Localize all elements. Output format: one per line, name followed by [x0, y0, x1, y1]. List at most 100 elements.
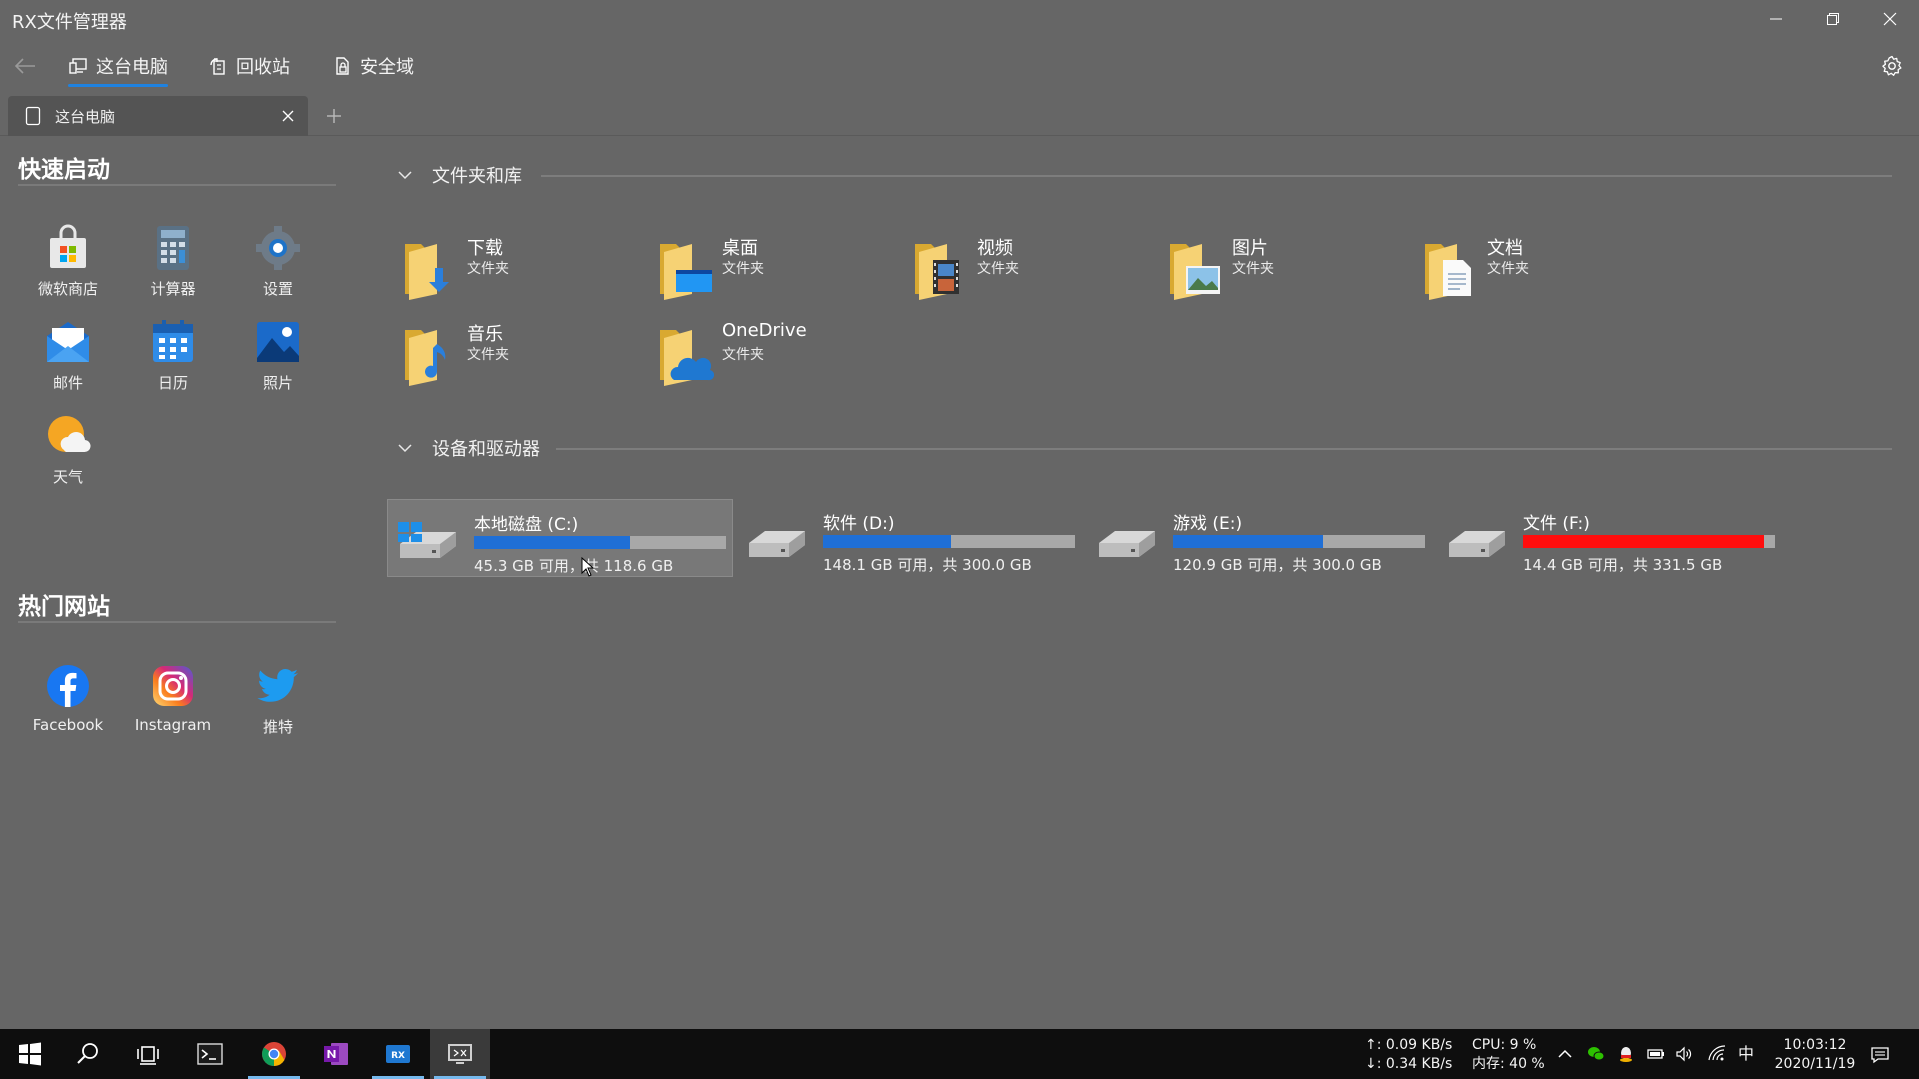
drive-f[interactable]: 文件 (F:) 14.4 GB 可用，共 331.5 GB: [1437, 499, 1783, 577]
volume-tray-button[interactable]: [1674, 1044, 1694, 1064]
back-button[interactable]: [10, 49, 40, 83]
clock-date[interactable]: 2020/11/19: [1764, 1055, 1866, 1074]
close-button[interactable]: [1861, 0, 1918, 38]
nav-bar: 这台电脑 回收站 安全域: [0, 44, 1919, 92]
memory-usage: 内存: 40 %: [1472, 1056, 1545, 1072]
folder-music[interactable]: 音乐 文件夹: [399, 320, 649, 386]
tab-close-button[interactable]: [278, 106, 298, 126]
onedrive-folder-icon: [660, 330, 714, 386]
site-label: Instagram: [134, 716, 212, 734]
drives-section-header[interactable]: 设备和驱动器: [396, 434, 540, 462]
app-photos[interactable]: 照片: [226, 318, 330, 404]
svg-text:RX: RX: [391, 1051, 405, 1061]
folder-desktop[interactable]: 桌面 文件夹: [654, 234, 904, 300]
calendar-icon: [153, 320, 193, 362]
store-icon: [50, 224, 86, 268]
terminal-app-button[interactable]: [180, 1029, 240, 1079]
settings-button[interactable]: [1877, 49, 1907, 83]
action-center-button[interactable]: [1868, 1043, 1892, 1067]
divider: [18, 184, 336, 186]
quick-start-heading: 快速启动: [18, 157, 110, 183]
folder-type: 文件夹: [1232, 261, 1274, 277]
folder-pictures[interactable]: 图片 文件夹: [1164, 234, 1414, 300]
wechat-tray-button[interactable]: [1586, 1044, 1606, 1064]
onenote-app-button[interactable]: [306, 1029, 366, 1079]
site-instagram[interactable]: Instagram: [121, 662, 225, 748]
app-label: 日历: [157, 374, 188, 392]
folder-name: OneDrive: [722, 320, 807, 341]
site-facebook[interactable]: Facebook: [16, 662, 120, 748]
app-label: 邮件: [52, 374, 83, 392]
plus-icon: [327, 109, 341, 123]
app-label: 计算器: [150, 280, 196, 298]
input-method-indicator[interactable]: 中: [1738, 1044, 1754, 1063]
app-calendar[interactable]: 日历: [121, 318, 225, 404]
recycle-bin-icon: [210, 58, 225, 75]
drive-name: 本地磁盘 (C:): [474, 515, 579, 535]
settings-icon: [256, 226, 300, 270]
clock-time[interactable]: 10:03:12: [1776, 1036, 1854, 1055]
folder-name: 桌面: [722, 238, 758, 259]
drive-usage-bar: [1173, 535, 1425, 548]
drive-name: 游戏 (E:): [1173, 514, 1243, 534]
app-calculator[interactable]: 计算器: [121, 224, 225, 310]
chrome-app-button[interactable]: [244, 1029, 304, 1079]
task-view-icon: [137, 1046, 159, 1065]
drive-usage-bar: [474, 536, 726, 549]
app-mail[interactable]: 邮件: [16, 318, 120, 404]
remote-display-app-button[interactable]: [430, 1029, 490, 1079]
close-icon: [282, 110, 294, 122]
tab-this-pc[interactable]: 这台电脑: [8, 96, 308, 136]
drive-c[interactable]: 本地磁盘 (C:) 45.3 GB 可用，共 118.6 GB: [387, 499, 733, 577]
this-pc-icon: [69, 58, 87, 74]
battery-tray-button[interactable]: [1646, 1044, 1666, 1064]
facebook-icon: [47, 665, 89, 707]
drive-usage-fill: [474, 536, 630, 549]
app-label: 照片: [262, 374, 293, 392]
folders-section-header[interactable]: 文件夹和库: [396, 161, 522, 189]
network-tray-button[interactable]: [1707, 1044, 1727, 1064]
nav-recycle-bin-label: 回收站: [236, 57, 290, 78]
folder-name: 图片: [1232, 238, 1268, 259]
drive-e[interactable]: 游戏 (E:) 120.9 GB 可用，共 300.0 GB: [1087, 499, 1433, 577]
app-settings[interactable]: 设置: [226, 224, 330, 310]
drive-free-space: 120.9 GB 可用，共 300.0 GB: [1173, 556, 1382, 574]
site-label: 推特: [262, 718, 293, 736]
terminal-icon: [197, 1043, 223, 1065]
taskbar: RX ↑: 0.09 KB/s ↓: 0.34 KB/s CPU: 9 % 内存…: [0, 1029, 1919, 1079]
folder-documents[interactable]: 文档 文件夹: [1419, 234, 1669, 300]
twitter-icon: [257, 669, 298, 702]
new-tab-button[interactable]: [322, 104, 346, 128]
qq-tray-button[interactable]: [1616, 1044, 1636, 1064]
tray-expand-button[interactable]: [1555, 1044, 1575, 1064]
site-label: Facebook: [32, 716, 104, 734]
drive-free-space: 148.1 GB 可用，共 300.0 GB: [823, 556, 1032, 574]
drives-section-title: 设备和驱动器: [432, 439, 540, 460]
weather-icon: [48, 416, 91, 453]
divider: [556, 448, 1892, 450]
nav-secure-area[interactable]: 安全域: [332, 49, 414, 83]
photos-icon: [257, 322, 299, 362]
minimize-icon: [1769, 18, 1782, 20]
drive-d[interactable]: 软件 (D:) 148.1 GB 可用，共 300.0 GB: [737, 499, 1083, 577]
rx-explorer-app-button[interactable]: RX: [368, 1029, 428, 1079]
site-twitter[interactable]: 推特: [226, 662, 330, 748]
nav-recycle-bin[interactable]: 回收站: [208, 49, 290, 83]
restore-button[interactable]: [1804, 0, 1861, 38]
nav-this-pc[interactable]: 这台电脑: [68, 49, 168, 87]
folder-name: 音乐: [467, 324, 503, 345]
start-button[interactable]: [0, 1029, 60, 1079]
app-weather[interactable]: 天气: [16, 412, 120, 498]
search-icon: [77, 1043, 98, 1064]
app-microsoft-store[interactable]: 微软商店: [16, 224, 120, 310]
music-folder-icon: [405, 330, 446, 386]
chevron-down-icon: [398, 444, 412, 453]
task-view-button[interactable]: [118, 1029, 178, 1079]
documents-folder-icon: [1425, 244, 1471, 300]
folder-videos[interactable]: 视频 文件夹: [909, 234, 1159, 300]
minimize-button[interactable]: [1747, 0, 1804, 38]
folder-onedrive[interactable]: OneDrive 文件夹: [654, 320, 904, 386]
windows-logo-icon: [19, 1042, 41, 1066]
folder-downloads[interactable]: 下载 文件夹: [399, 234, 649, 300]
search-button[interactable]: [58, 1029, 118, 1079]
